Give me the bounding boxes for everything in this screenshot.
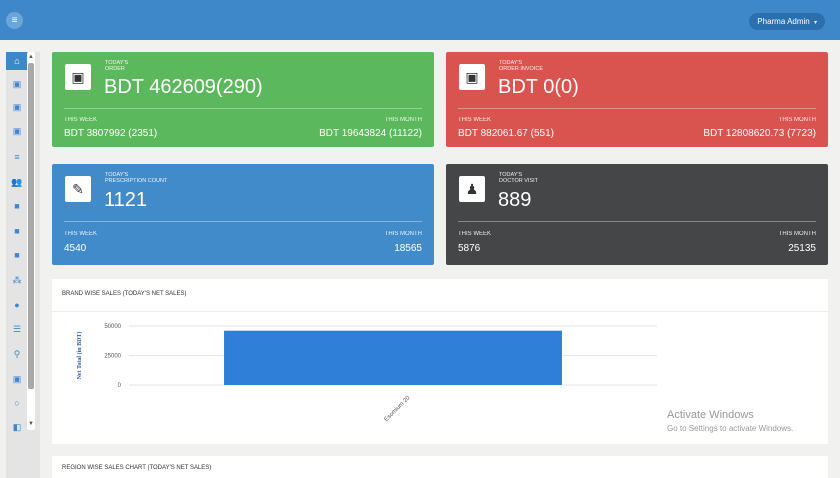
money-icon: ▣ (459, 64, 485, 90)
comment-icon[interactable]: ○ (6, 394, 28, 412)
x-tick-label: Esomium 20 (384, 395, 412, 423)
todays-order-invoice-card: ▣ TODAY'S ORDER INVOICE BDT 0(0) THIS WEE… (446, 52, 828, 147)
briefcase-icon[interactable]: ■ (6, 222, 28, 240)
user-icon[interactable]: ● (6, 296, 28, 314)
sidebar-toggle-icon[interactable]: ≡ (6, 12, 23, 29)
week-label: THIS WEEK (64, 117, 98, 123)
shield-icon[interactable]: ◧ (6, 418, 28, 436)
month-value: 18565 (394, 243, 422, 254)
image-icon[interactable]: ▣ (6, 122, 28, 140)
week-value: BDT 3807992 (2351) (64, 128, 158, 139)
week-label: THIS WEEK (458, 231, 492, 237)
week-label: THIS WEEK (458, 117, 492, 123)
month-label: THIS MONTH (778, 117, 816, 123)
y-tick-label: 50000 (104, 324, 121, 330)
activate-windows-watermark: Activate Windows Go to Settings to activ… (667, 409, 793, 433)
caret-down-icon: ▾ (813, 20, 817, 26)
divider (52, 311, 828, 312)
menu-icon[interactable]: ≡ (6, 148, 28, 166)
watermark-subtitle: Go to Settings to activate Windows. (667, 424, 794, 433)
month-label: THIS MONTH (384, 117, 422, 123)
scroll-up-arrow-icon[interactable]: ▲ (27, 52, 35, 62)
briefcase-icon[interactable]: ■ (6, 197, 28, 215)
user-menu-button[interactable]: Pharma Admin ▾ (749, 13, 825, 30)
week-value: 4540 (64, 243, 87, 254)
invoice-value: BDT 0(0) (498, 76, 579, 98)
region-wise-sales-panel: REGION WISE SALES CHART (TODAY'S NET SAL… (52, 456, 828, 478)
divider (64, 108, 422, 109)
week-value: 5876 (458, 243, 481, 254)
month-value: BDT 19643824 (11122) (319, 128, 422, 139)
y-tick-label: 25000 (104, 354, 121, 360)
image-icon[interactable]: ▣ (6, 370, 28, 388)
card-label: TODAY'S DOCTOR VISIT (499, 172, 539, 184)
doctor-visit-value: 889 (498, 189, 532, 211)
image-icon[interactable]: ▣ (6, 98, 28, 116)
divider (64, 221, 422, 222)
todays-order-card: ▣ TODAY'S ORDER BDT 462609(290) THIS WEEK… (52, 52, 434, 147)
users-icon[interactable]: 👥 (6, 173, 28, 191)
user-menu-label: Pharma Admin (757, 17, 810, 26)
edit-icon: ✎ (65, 176, 91, 202)
divider (458, 221, 816, 222)
scroll-down-arrow-icon[interactable]: ▼ (27, 419, 35, 429)
watermark-title: Activate Windows (667, 409, 754, 421)
top-navbar: ≡ Pharma Admin ▾ (0, 0, 840, 40)
y-axis-label: Net Total (in BDT) (76, 332, 83, 380)
sidebar-scroll-thumb[interactable] (28, 63, 34, 389)
bar (224, 330, 562, 385)
card-label: TODAY'S ORDER INVOICE (499, 60, 544, 72)
list-icon[interactable]: ☰ (6, 320, 28, 338)
month-value: BDT 12808620.73 (7723) (703, 128, 816, 139)
month-label: THIS MONTH (384, 231, 422, 237)
panel-title: BRAND WISE SALES (TODAY'S NET SALES) (62, 291, 187, 297)
panel-title: REGION WISE SALES CHART (TODAY'S NET SAL… (62, 465, 212, 471)
week-label: THIS WEEK (64, 231, 98, 237)
prescription-value: 1121 (104, 189, 148, 211)
user-md-icon: ♟ (459, 176, 485, 202)
divider (458, 108, 816, 109)
todays-doctor-visit-card: ♟ TODAY'S DOCTOR VISIT 889 THIS WEEK 5876… (446, 164, 828, 265)
money-icon: ▣ (65, 64, 91, 90)
card-label: TODAY'S PRESCRIPTION COUNT (105, 172, 168, 184)
briefcase-icon[interactable]: ■ (6, 246, 28, 264)
month-label: THIS MONTH (778, 231, 816, 237)
week-value: BDT 882061.67 (551) (458, 128, 554, 139)
map-marker-icon[interactable]: ⚲ (6, 345, 28, 363)
image-icon[interactable]: ▣ (6, 75, 28, 93)
y-tick-label: 0 (118, 383, 122, 389)
home-icon[interactable]: ⌂ (6, 52, 28, 70)
sitemap-icon[interactable]: ⁂ (6, 271, 28, 289)
month-value: 25135 (788, 243, 816, 254)
todays-prescription-count-card: ✎ TODAY'S PRESCRIPTION COUNT 1121 THIS WE… (52, 164, 434, 265)
card-label: TODAY'S ORDER (105, 60, 129, 72)
order-value: BDT 462609(290) (104, 76, 263, 98)
brand-sales-chart: 0 25000 50000 Net Total (in BDT) Esomium 20 (76, 324, 657, 423)
